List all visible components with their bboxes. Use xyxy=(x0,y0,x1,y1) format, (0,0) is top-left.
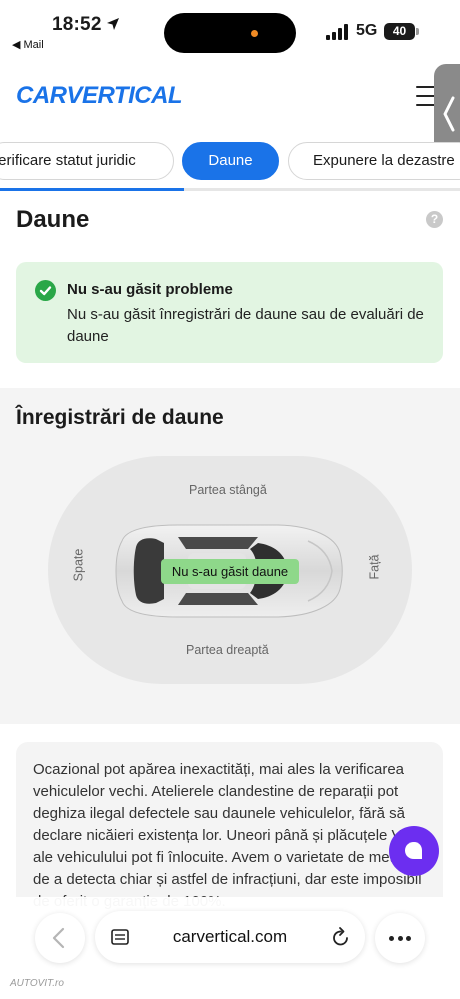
cellular-signal-icon xyxy=(326,24,348,40)
label-right-side: Partea dreaptă xyxy=(186,643,269,657)
battery-tip xyxy=(416,28,419,35)
network-type: 5G xyxy=(356,22,378,39)
tab-disaster-exposure[interactable]: Expunere la dezastre xyxy=(288,142,460,180)
disclaimer-box: Ocazional pot apărea inexactități, mai a… xyxy=(16,742,443,912)
tab-scroll-indicator xyxy=(0,188,460,191)
section-tabs: Verificare statut juridic Daune Expunere… xyxy=(0,142,460,184)
disclaimer-text: Ocazional pot apărea inexactități, mai a… xyxy=(33,761,422,910)
alert-title: Nu s-au găsit probleme xyxy=(67,281,233,298)
browser-back-button[interactable] xyxy=(35,913,85,963)
back-to-mail-link[interactable]: ◀ Mail xyxy=(12,38,44,51)
watermark: AUTOVIT.ro xyxy=(10,978,64,989)
help-icon[interactable]: ? xyxy=(426,211,443,228)
reload-icon[interactable] xyxy=(331,926,351,948)
dynamic-island xyxy=(164,13,296,53)
more-dots-icon[interactable] xyxy=(375,913,425,963)
tab-label: Expunere la dezastre xyxy=(313,152,455,169)
chat-button[interactable] xyxy=(389,826,439,876)
chevron-left-icon xyxy=(443,96,455,132)
label-front: Față xyxy=(367,554,382,580)
chat-bubble-icon xyxy=(405,842,422,859)
site-header: CARVERTICAL xyxy=(0,60,460,130)
tab-label: Verificare statut juridic xyxy=(0,152,136,169)
tab-scroll-indicator-fill xyxy=(0,188,184,191)
label-rear: Spate xyxy=(71,548,86,582)
tab-legal-status[interactable]: Verificare statut juridic xyxy=(0,142,174,180)
alert-text: Nu s-au găsit înregistrări de daune sau … xyxy=(67,306,424,345)
location-arrow-icon xyxy=(107,18,119,30)
records-title: Înregistrări de daune xyxy=(16,406,224,429)
clock: 18:52 xyxy=(52,14,102,35)
privacy-indicator-dot xyxy=(251,30,258,37)
damage-records-section: Înregistrări de daune Partea stângă Part… xyxy=(0,388,460,724)
url-text: carvertical.com xyxy=(172,927,288,946)
browser-toolbar: carvertical.com xyxy=(0,897,460,999)
section-title: Daune xyxy=(16,206,90,233)
no-damage-badge: Nu s-au găsit daune xyxy=(161,559,299,584)
label-left-side: Partea stângă xyxy=(189,483,267,497)
no-problems-alert: Nu s-au găsit probleme Nu s-au găsit înr… xyxy=(16,262,443,363)
battery-indicator: 40 xyxy=(384,23,415,40)
carvertical-logo[interactable]: CARVERTICAL xyxy=(16,82,183,110)
address-bar[interactable]: carvertical.com xyxy=(95,911,365,963)
chevron-left-icon xyxy=(52,927,65,949)
tab-label: Daune xyxy=(208,152,253,169)
tab-damage[interactable]: Daune xyxy=(182,142,279,180)
check-circle-icon xyxy=(35,280,56,301)
status-bar: 18:52 ◀ Mail 5G 40 xyxy=(0,0,460,60)
